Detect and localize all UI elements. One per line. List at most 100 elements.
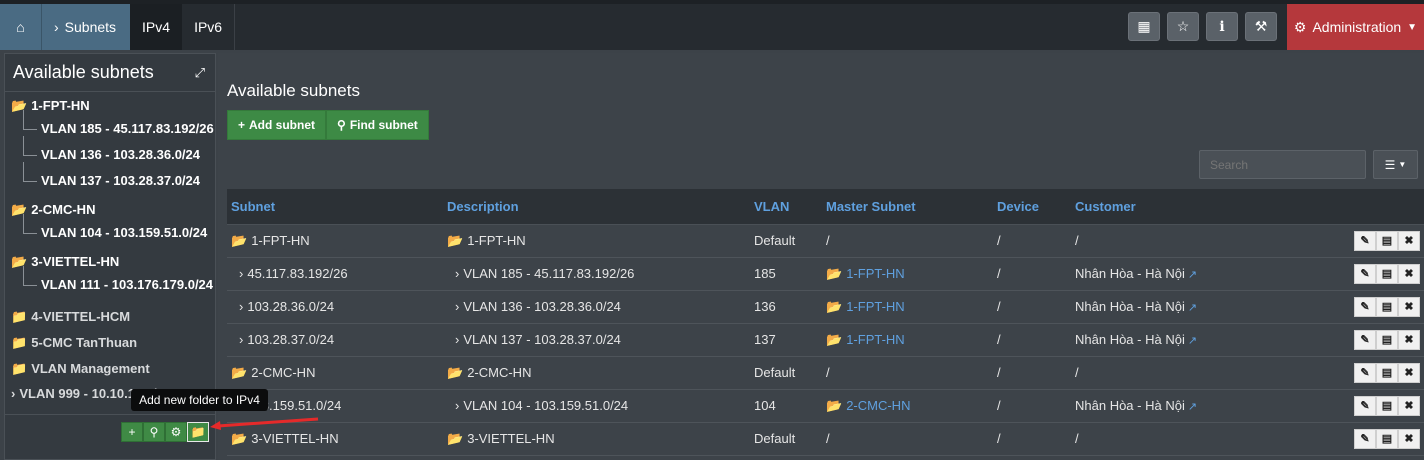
tasks-icon[interactable]: ▤ (1376, 329, 1398, 350)
master-subnet-value: / (826, 365, 830, 380)
delete-x-icon[interactable]: ✖ (1398, 230, 1420, 251)
subnet-value[interactable]: 3-VIETTEL-HN (251, 431, 338, 446)
row-actions: ✎ ▤ ✖ (1348, 428, 1424, 449)
wrench-icon[interactable]: ⚒ (1245, 12, 1277, 41)
cell-actions: ✎ ▤ ✖ (1344, 323, 1424, 356)
tasks-icon[interactable]: ▤ (1376, 263, 1398, 284)
add-subnet-button[interactable]: + Add subnet (227, 110, 327, 140)
subnet-value[interactable]: 103.28.36.0/24 (247, 299, 334, 314)
search-input[interactable] (1199, 150, 1366, 179)
row-actions: ✎ ▤ ✖ (1348, 263, 1424, 284)
edit-pencil-icon[interactable]: ✎ (1354, 428, 1376, 449)
column-header[interactable]: Device (993, 189, 1071, 225)
tree-folder[interactable]: 📁 5-CMC TanThuan (11, 330, 215, 356)
edit-pencil-icon[interactable]: ✎ (1354, 362, 1376, 383)
tasks-icon[interactable]: ▤ (1376, 428, 1398, 449)
search-icon[interactable]: ⚲ (143, 422, 165, 442)
tasks-icon[interactable]: ▤ (1376, 362, 1398, 383)
add-icon[interactable]: + (121, 422, 143, 442)
tab-ipv6[interactable]: IPv6 (182, 4, 236, 50)
delete-x-icon[interactable]: ✖ (1398, 263, 1420, 284)
list-icon: ☰ (1384, 157, 1396, 172)
tree-leaf[interactable]: VLAN 137 - 103.28.37.0/24 (11, 162, 215, 194)
table-row[interactable]: › 103.28.37.0/24 › VLAN 137 - 103.28.37.0/… (227, 323, 1424, 356)
master-subnet-value[interactable]: 1-FPT-HN (846, 332, 905, 347)
star-icon[interactable]: ☆ (1167, 12, 1199, 41)
delete-x-icon[interactable]: ✖ (1398, 329, 1420, 350)
tree-leaf[interactable]: VLAN 104 - 103.159.51.0/24 (11, 214, 215, 246)
customer-value: / (1075, 365, 1079, 380)
find-subnet-button[interactable]: ⚲ Find subnet (326, 110, 429, 140)
tasks-icon[interactable]: ▤ (1376, 230, 1398, 251)
edit-pencil-icon[interactable]: ✎ (1354, 263, 1376, 284)
tree-leaf[interactable]: VLAN 185 - 45.117.83.192/26 (11, 110, 215, 142)
chevron-right-icon: › (455, 398, 460, 413)
tree-leaf[interactable]: VLAN 136 - 103.28.36.0/24 (11, 136, 215, 168)
delete-x-icon[interactable]: ✖ (1398, 362, 1420, 383)
tree-folder[interactable]: 📂 1-FPT-HN (11, 96, 215, 116)
tasks-icon[interactable]: ▤ (1376, 395, 1398, 416)
folder-open-icon: 📂 (826, 298, 843, 314)
folder-open-icon: 📂 (447, 364, 464, 380)
dashboard-grid-icon[interactable]: ▦ (1128, 12, 1160, 41)
chevron-right-icon: › (455, 332, 460, 347)
nav-subnets[interactable]: › Subnets (42, 4, 131, 50)
cell-device: / (997, 398, 1001, 413)
external-link-icon[interactable]: ↗ (1185, 302, 1197, 314)
gears-icon[interactable]: ⚙ (165, 422, 187, 442)
tasks-icon[interactable]: ▤ (1376, 296, 1398, 317)
column-header[interactable]: Customer (1071, 189, 1344, 225)
cell-description: › VLAN 136 - 103.28.36.0/24 (443, 290, 750, 323)
table-row[interactable]: › 45.117.83.192/26 › VLAN 185 - 45.117.83.… (227, 257, 1424, 290)
column-header[interactable]: Subnet (227, 189, 443, 225)
subnet-value[interactable]: 45.117.83.192/26 (247, 266, 347, 281)
cell-subnet: 📂 2-CMC-HN (227, 356, 443, 389)
cell-master-subnet: / (822, 356, 993, 389)
description-value: VLAN 104 - 103.159.51.0/24 (463, 398, 629, 413)
tab-ipv4[interactable]: IPv4 (130, 4, 183, 50)
subnet-value[interactable]: 103.28.37.0/24 (247, 332, 334, 347)
table-row[interactable]: 📂 2-CMC-HN 📂 2-CMC-HN Default / / / ✎ ▤ ✖ (227, 356, 1424, 389)
column-header[interactable]: Master Subnet (822, 189, 993, 225)
table-row[interactable]: 📂 1-FPT-HN 📂 1-FPT-HN Default / / / ✎ ▤ ✖ (227, 224, 1424, 257)
master-subnet-value[interactable]: 2-CMC-HN (846, 398, 910, 413)
column-view-button[interactable]: ☰ ▼ (1373, 150, 1418, 179)
add-folder-icon[interactable]: 📁 (187, 422, 209, 442)
column-header[interactable]: VLAN (750, 189, 822, 225)
search-icon: ⚲ (337, 118, 346, 132)
tree-folder[interactable]: 📁 4-VIETTEL-HCM (11, 304, 215, 330)
external-link-icon[interactable]: ↗ (1185, 269, 1197, 281)
sidebar-header: Available subnets ⤢ (5, 54, 215, 92)
delete-x-icon[interactable]: ✖ (1398, 395, 1420, 416)
compress-icon[interactable]: ⤢ (195, 65, 205, 81)
external-link-icon[interactable]: ↗ (1185, 335, 1197, 347)
tree-leaf[interactable]: VLAN 111 - 103.176.179.0/24 (11, 266, 215, 298)
edit-pencil-icon[interactable]: ✎ (1354, 329, 1376, 350)
external-link-icon[interactable]: ↗ (1185, 401, 1197, 413)
column-header[interactable]: Description (443, 189, 750, 225)
subnet-value[interactable]: 1-FPT-HN (251, 233, 310, 248)
navbar-spacer (235, 4, 1128, 50)
table-row[interactable]: › 103.28.36.0/24 › VLAN 136 - 103.28.36.0/… (227, 290, 1424, 323)
plus-icon: + (238, 118, 246, 132)
administration-button[interactable]: ⚙ Administration ▼ (1287, 4, 1424, 50)
cell-actions: ✎ ▤ ✖ (1344, 257, 1424, 290)
tree-folder[interactable]: 📂 2-CMC-HN (11, 200, 215, 220)
table-row[interactable]: 📂 3-VIETTEL-HN 📂 3-VIETTEL-HN Default / / … (227, 422, 1424, 455)
edit-pencil-icon[interactable]: ✎ (1354, 230, 1376, 251)
edit-pencil-icon[interactable]: ✎ (1354, 395, 1376, 416)
tree-folder[interactable]: 📂 3-VIETTEL-HN (11, 252, 215, 272)
table-row[interactable]: ›103.159.51.0/24 ›VLAN 104 - 103.159.51.… (227, 389, 1424, 422)
delete-x-icon[interactable]: ✖ (1398, 428, 1420, 449)
info-icon[interactable]: i (1206, 12, 1238, 41)
edit-pencil-icon[interactable]: ✎ (1354, 296, 1376, 317)
folder-open-icon: 📂 (826, 265, 843, 281)
delete-x-icon[interactable]: ✖ (1398, 296, 1420, 317)
tree-folder[interactable]: 📁 VLAN Management (11, 356, 215, 382)
cell-actions: ✎ ▤ ✖ (1344, 224, 1424, 257)
master-subnet-value[interactable]: 1-FPT-HN (846, 299, 905, 314)
subnet-value[interactable]: 2-CMC-HN (251, 365, 315, 380)
master-subnet-value[interactable]: 1-FPT-HN (846, 266, 905, 281)
description-value: 2-CMC-HN (467, 364, 532, 380)
home-icon[interactable]: ⌂ (0, 4, 42, 50)
